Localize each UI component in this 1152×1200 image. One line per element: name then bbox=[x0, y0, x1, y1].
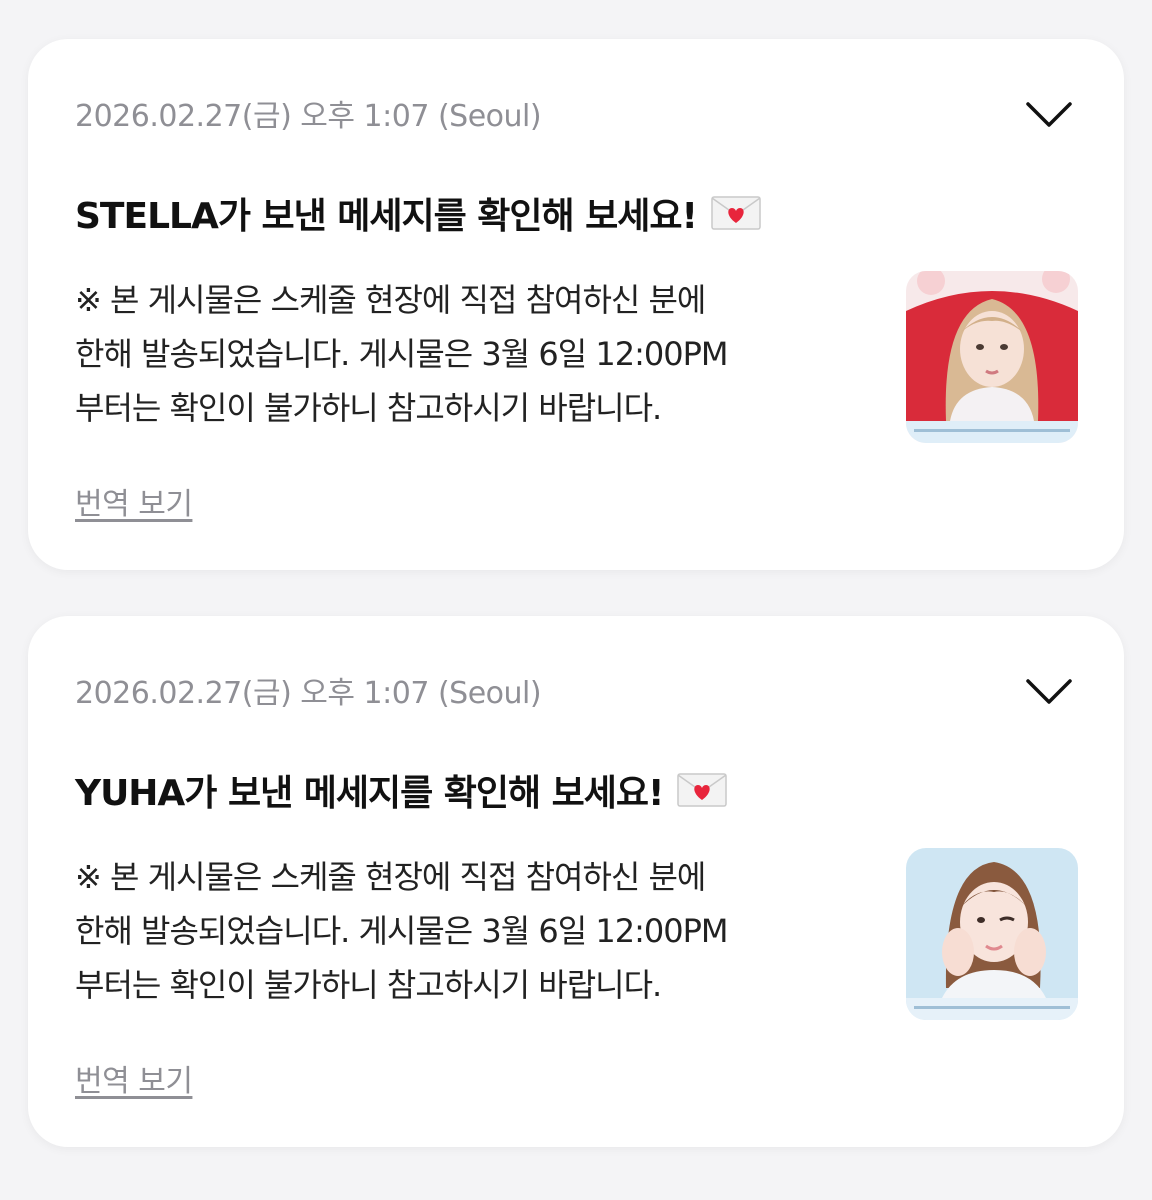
timestamp: 2026.02.27(금) 오후 1:07 (Seoul) bbox=[75, 676, 542, 711]
notification-card[interactable]: 2026.02.27(금) 오후 1:07 (Seoul) YUHA가 보낸 메… bbox=[28, 616, 1124, 1147]
thumbnail-image[interactable] bbox=[906, 848, 1078, 1020]
notification-title: YUHA가 보낸 메세지를 확인해 보세요! bbox=[75, 764, 728, 816]
notification-body: ※ 본 게시물은 스케줄 현장에 직접 참여하신 분에 한해 발송되었습니다. … bbox=[75, 273, 905, 435]
title-text: STELLA가 보낸 메세지를 확인해 보세요! bbox=[75, 196, 698, 237]
translate-link[interactable]: 번역 보기 bbox=[75, 479, 193, 523]
love-letter-icon bbox=[711, 196, 761, 230]
body-line: 한해 발송되었습니다. 게시물은 3월 6일 12:00PM bbox=[75, 335, 728, 373]
body-line: 부터는 확인이 불가하니 참고하시기 바랍니다. bbox=[75, 966, 662, 1004]
notification-body: ※ 본 게시물은 스케줄 현장에 직접 참여하신 분에 한해 발송되었습니다. … bbox=[75, 850, 905, 1012]
notification-title: STELLA가 보낸 메세지를 확인해 보세요! bbox=[75, 187, 761, 239]
body-line: 한해 발송되었습니다. 게시물은 3월 6일 12:00PM bbox=[75, 912, 728, 950]
thumbnail-image[interactable] bbox=[906, 271, 1078, 443]
chevron-down-icon[interactable] bbox=[1024, 94, 1074, 134]
translate-link[interactable]: 번역 보기 bbox=[75, 1056, 193, 1100]
timestamp: 2026.02.27(금) 오후 1:07 (Seoul) bbox=[75, 99, 542, 134]
body-line: 부터는 확인이 불가하니 참고하시기 바랍니다. bbox=[75, 389, 662, 427]
body-line: ※ 본 게시물은 스케줄 현장에 직접 참여하신 분에 bbox=[75, 281, 706, 319]
title-text: YUHA가 보낸 메세지를 확인해 보세요! bbox=[75, 773, 664, 814]
notification-card[interactable]: 2026.02.27(금) 오후 1:07 (Seoul) STELLA가 보낸… bbox=[28, 39, 1124, 570]
body-line: ※ 본 게시물은 스케줄 현장에 직접 참여하신 분에 bbox=[75, 858, 706, 896]
love-letter-icon bbox=[677, 773, 728, 807]
chevron-down-icon[interactable] bbox=[1024, 671, 1074, 711]
